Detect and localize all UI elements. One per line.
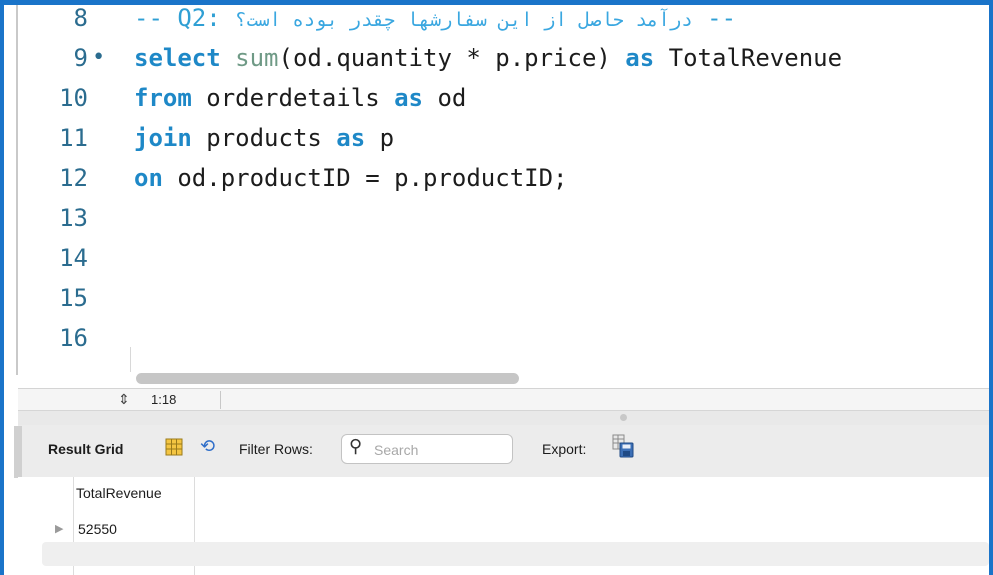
panel-splitter[interactable] xyxy=(18,410,989,426)
code-line[interactable]: 12 on od.productID = p.productID; xyxy=(18,158,989,198)
sql-keyword: join xyxy=(134,124,192,152)
code-text[interactable]: join products as p xyxy=(134,118,394,158)
filter-search-input[interactable] xyxy=(372,438,506,462)
line-number: 11 xyxy=(59,124,88,152)
sql-comment: -- Q2: xyxy=(134,4,236,32)
code-line[interactable]: 8 -- Q2: درآمد حاصل از این سفارشها چقدر ب… xyxy=(18,0,989,38)
sql-comment: درآمد حاصل از این سفارشها چقدر بوده است؟ xyxy=(235,9,693,31)
line-number: 16 xyxy=(59,324,88,352)
export-label: Export: xyxy=(542,441,587,457)
sql-keyword: from xyxy=(134,84,192,112)
grid-view-icon[interactable] xyxy=(165,438,183,456)
code-text[interactable]: select sum(od.quantity * p.price) as Tot… xyxy=(134,38,842,78)
code-line[interactable]: 16 xyxy=(18,318,989,358)
sql-function: sum xyxy=(235,44,279,72)
line-number: 10 xyxy=(59,84,88,112)
export-save-icon[interactable] xyxy=(612,434,634,458)
sql-keyword: on xyxy=(134,164,163,192)
sql-token: od xyxy=(423,84,467,112)
sql-keyword: select xyxy=(134,44,221,72)
sql-token: TotalRevenue xyxy=(654,44,843,72)
code-line[interactable]: 9 • select sum(od.quantity * p.price) as T… xyxy=(18,38,989,78)
line-number: 12 xyxy=(59,164,88,192)
line-number: 14 xyxy=(59,244,88,272)
line-number: 13 xyxy=(59,204,88,232)
table-cell[interactable]: 52550 xyxy=(78,521,117,537)
filter-rows-label: Filter Rows: xyxy=(239,441,313,457)
statement-marker-icon: • xyxy=(92,45,106,70)
line-number: 15 xyxy=(59,284,88,312)
search-icon: ⚲ xyxy=(349,436,363,456)
sql-token: od.productID = p.productID; xyxy=(162,164,568,192)
sql-token: orderdetails xyxy=(191,84,395,112)
line-number: 8 xyxy=(73,4,88,32)
code-text[interactable]: on od.productID = p.productID; xyxy=(134,158,567,198)
sql-keyword: as xyxy=(336,124,366,152)
sql-token: products xyxy=(191,124,337,152)
window-border-right xyxy=(989,0,993,575)
editor-scrollbar-thumb[interactable] xyxy=(136,373,519,384)
sql-keyword: as xyxy=(625,44,655,72)
code-line[interactable]: 14 xyxy=(18,238,989,278)
splitter-handle-icon[interactable] xyxy=(620,414,627,421)
table-row-empty xyxy=(42,542,989,566)
refresh-icon[interactable]: ⟲ xyxy=(200,436,215,457)
cursor-position: 1:18 xyxy=(151,392,177,407)
sql-token: p xyxy=(365,124,395,152)
result-grid-label[interactable]: Result Grid xyxy=(48,441,123,457)
sql-comment: -- xyxy=(692,4,737,32)
column-header-totalrevenue[interactable]: TotalRevenue xyxy=(76,485,162,501)
status-divider xyxy=(220,391,221,409)
row-pointer-icon: ▶ xyxy=(55,523,64,535)
editor-status-bar: ⇕ 1:18 xyxy=(18,388,989,411)
code-line[interactable]: 13 xyxy=(18,198,989,238)
zoom-stepper-icon[interactable]: ⇕ xyxy=(118,391,130,408)
code-line[interactable]: 10 from orderdetails as od xyxy=(18,78,989,118)
code-text[interactable]: from orderdetails as od xyxy=(134,78,466,118)
sql-editor[interactable]: 8 -- Q2: درآمد حاصل از این سفارشها چقدر ب… xyxy=(18,4,989,385)
toolbar-left-edge xyxy=(14,426,22,478)
code-line[interactable]: 15 xyxy=(18,278,989,318)
window-border-left xyxy=(0,0,4,575)
code-text[interactable]: -- Q2: درآمد حاصل از این سفارشها چقدر بو… xyxy=(134,0,736,40)
sql-keyword: as xyxy=(394,84,423,112)
sql-token: (od.quantity * p.price) xyxy=(278,44,626,72)
line-number: 9 xyxy=(73,44,88,72)
code-line[interactable]: 11 join products as p xyxy=(18,118,989,158)
